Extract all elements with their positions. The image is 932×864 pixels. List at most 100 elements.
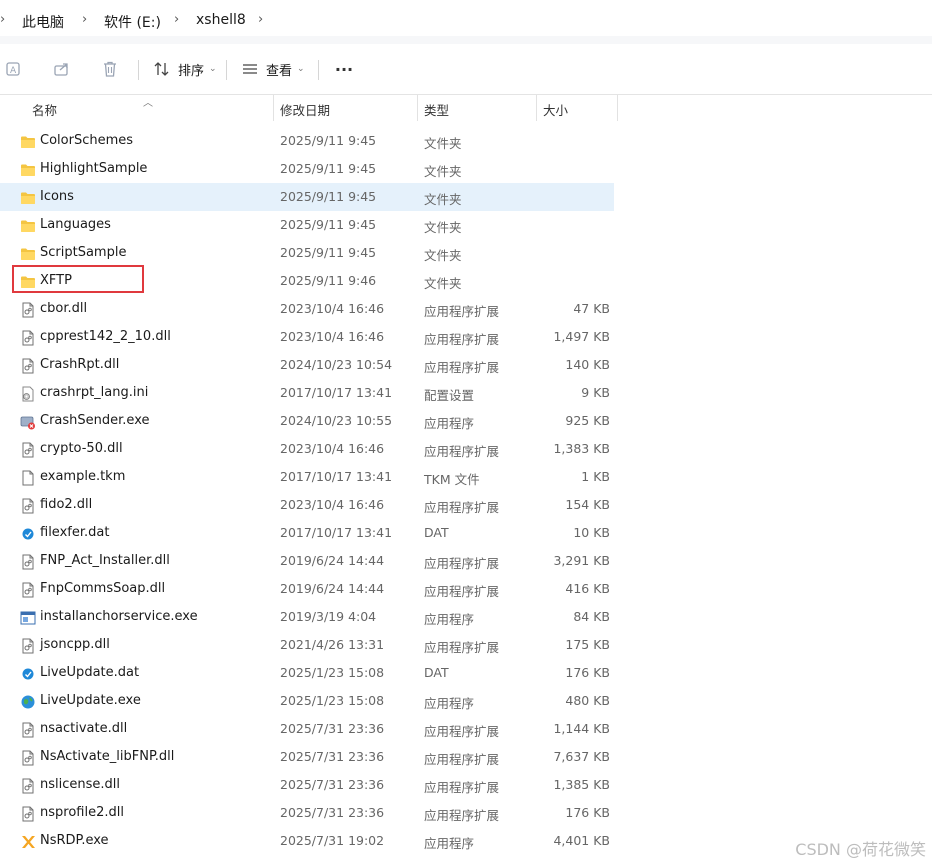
column-divider[interactable] — [536, 95, 537, 121]
file-type: 应用程序扩展 — [424, 808, 500, 823]
file-modified-date: 2023/10/4 16:46 — [280, 441, 385, 456]
column-divider[interactable] — [417, 95, 418, 121]
file-type: 文件夹 — [424, 164, 462, 179]
column-header-size[interactable]: 大小 — [543, 95, 568, 123]
file-row[interactable]: cpprest142_2_10.dll 2023/10/4 16:46 应用程序扩展… — [0, 323, 614, 351]
column-header-name[interactable]: 名称 — [32, 95, 57, 123]
file-size: 140 KB — [565, 357, 610, 372]
column-divider[interactable] — [617, 95, 618, 121]
file-name: ColorSchemes — [40, 133, 134, 148]
file-row[interactable]: filexfer.dat 2017/10/17 13:41 DAT 10 KB — [0, 519, 614, 547]
breadcrumb-item-drive[interactable]: 软件 (E:) — [104, 12, 161, 32]
file-row[interactable]: jsoncpp.dll 2021/4/26 13:31 应用程序扩展 175 KB — [0, 631, 614, 659]
file-row[interactable]: NsRDP.exe 2025/7/31 19:02 应用程序 4,401 KB — [0, 827, 614, 855]
dll-icon — [20, 638, 36, 654]
file-modified-date: 2025/9/11 9:45 — [280, 133, 377, 148]
chevron-right-icon[interactable]: › — [174, 12, 179, 27]
breadcrumb-item-folder[interactable]: xshell8 — [196, 12, 246, 28]
file-type: 应用程序扩展 — [424, 332, 500, 347]
file-name: nsprofile2.dll — [40, 805, 124, 820]
sort-label: 排序 — [178, 63, 205, 79]
view-button[interactable]: 查看 ⌄ — [236, 55, 305, 83]
file-type: 文件夹 — [424, 220, 462, 235]
file-row[interactable]: example.tkm 2017/10/17 13:41 TKM 文件 1 KB — [0, 463, 614, 491]
rename-button[interactable]: A — [0, 55, 28, 83]
file-name: jsoncpp.dll — [40, 637, 110, 652]
file-row[interactable]: NsActivate_libFNP.dll 2025/7/31 23:36 应用程序… — [0, 743, 614, 771]
file-type: 应用程序 — [424, 696, 475, 711]
file-type: DAT — [424, 665, 449, 680]
file-row[interactable]: installanchorservice.exe 2019/3/19 4:04 应用… — [0, 603, 614, 631]
file-row[interactable]: LiveUpdate.dat 2025/1/23 15:08 DAT 176 KB — [0, 659, 614, 687]
file-row[interactable]: CrashSender.exe 2024/10/23 10:55 应用程序 925 K… — [0, 407, 614, 435]
file-row[interactable]: nslicense.dll 2025/7/31 23:36 应用程序扩展 1,385 … — [0, 771, 614, 799]
file-row[interactable]: nsprofile2.dll 2025/7/31 23:36 应用程序扩展 176 K… — [0, 799, 614, 827]
file-name: Languages — [40, 217, 111, 232]
file-name: nslicense.dll — [40, 777, 120, 792]
file-row[interactable]: Languages 2025/9/11 9:45 文件夹 — [0, 211, 614, 239]
chevron-right-icon[interactable]: › — [82, 12, 87, 27]
file-size: 176 KB — [565, 805, 610, 820]
more-icon: ··· — [334, 59, 354, 79]
file-modified-date: 2023/10/4 16:46 — [280, 329, 385, 344]
file-type: 应用程序扩展 — [424, 500, 500, 515]
file-row[interactable]: LiveUpdate.exe 2025/1/23 15:08 应用程序 480 KB — [0, 687, 614, 715]
file-modified-date: 2019/6/24 14:44 — [280, 553, 385, 568]
file-size: 1 KB — [581, 469, 610, 484]
file-row[interactable]: crypto-50.dll 2023/10/4 16:46 应用程序扩展 1,383 … — [0, 435, 614, 463]
file-row[interactable]: ScriptSample 2025/9/11 9:45 文件夹 — [0, 239, 614, 267]
file-size: 154 KB — [565, 497, 610, 512]
file-size: 3,291 KB — [553, 553, 610, 568]
chevron-right-icon[interactable]: › — [0, 12, 5, 27]
svg-text:A: A — [10, 66, 17, 76]
share-button[interactable] — [48, 55, 76, 83]
sort-button[interactable]: 排序 ⌄ — [148, 55, 217, 83]
file-name: crypto-50.dll — [40, 441, 123, 456]
file-row[interactable]: FnpCommsSoap.dll 2019/6/24 14:44 应用程序扩展 416… — [0, 575, 614, 603]
column-divider[interactable] — [273, 95, 274, 121]
delete-button[interactable] — [96, 55, 124, 83]
file-size: 1,385 KB — [553, 777, 610, 792]
file-row[interactable]: Icons 2025/9/11 9:45 文件夹 — [0, 183, 614, 211]
file-modified-date: 2025/1/23 15:08 — [280, 693, 385, 708]
file-row[interactable]: ColorSchemes 2025/9/11 9:45 文件夹 — [0, 127, 614, 155]
dll-icon — [20, 582, 36, 598]
file-name: cbor.dll — [40, 301, 88, 316]
file-name: installanchorservice.exe — [40, 609, 198, 624]
file-size: 47 KB — [573, 301, 610, 316]
dll-icon — [20, 554, 36, 570]
folder-icon — [20, 162, 36, 178]
address-bar-edge — [0, 36, 932, 44]
file-name: cpprest142_2_10.dll — [40, 329, 171, 344]
file-size: 925 KB — [565, 413, 610, 428]
file-type: 应用程序扩展 — [424, 584, 500, 599]
file-type: TKM 文件 — [424, 472, 480, 487]
file-size: 1,144 KB — [553, 721, 610, 736]
toolbar-divider — [138, 60, 139, 80]
column-header-date[interactable]: 修改日期 — [280, 95, 330, 123]
file-name: example.tkm — [40, 469, 126, 484]
breadcrumb-item-this-pc[interactable]: 此电脑 — [22, 12, 64, 32]
column-header-type[interactable]: 类型 — [424, 95, 449, 123]
file-name: nsactivate.dll — [40, 721, 128, 736]
file-type: 应用程序扩展 — [424, 752, 500, 767]
file-row[interactable]: HighlightSample 2025/9/11 9:45 文件夹 — [0, 155, 614, 183]
file-modified-date: 2024/10/23 10:54 — [280, 357, 393, 372]
file-size: 1,383 KB — [553, 441, 610, 456]
file-name: NsActivate_libFNP.dll — [40, 749, 175, 764]
file-row[interactable]: fido2.dll 2023/10/4 16:46 应用程序扩展 154 KB — [0, 491, 614, 519]
file-row[interactable]: nsactivate.dll 2025/7/31 23:36 应用程序扩展 1,144… — [0, 715, 614, 743]
toolbar-divider — [226, 60, 227, 80]
file-row[interactable]: crashrpt_lang.ini 2017/10/17 13:41 配置设置 9 K… — [0, 379, 614, 407]
file-name: ScriptSample — [40, 245, 127, 260]
more-options-button[interactable]: ··· — [330, 55, 358, 83]
chevron-right-icon[interactable]: › — [258, 12, 263, 27]
file-modified-date: 2023/10/4 16:46 — [280, 301, 385, 316]
chevron-down-icon: ⌄ — [297, 64, 305, 74]
watermark: CSDN @荷花微笑 — [795, 840, 926, 859]
file-size: 4,401 KB — [553, 833, 610, 848]
file-row[interactable]: CrashRpt.dll 2024/10/23 10:54 应用程序扩展 140 KB — [0, 351, 614, 379]
file-modified-date: 2019/6/24 14:44 — [280, 581, 385, 596]
file-row[interactable]: cbor.dll 2023/10/4 16:46 应用程序扩展 47 KB — [0, 295, 614, 323]
file-row[interactable]: FNP_Act_Installer.dll 2019/6/24 14:44 应用程序… — [0, 547, 614, 575]
